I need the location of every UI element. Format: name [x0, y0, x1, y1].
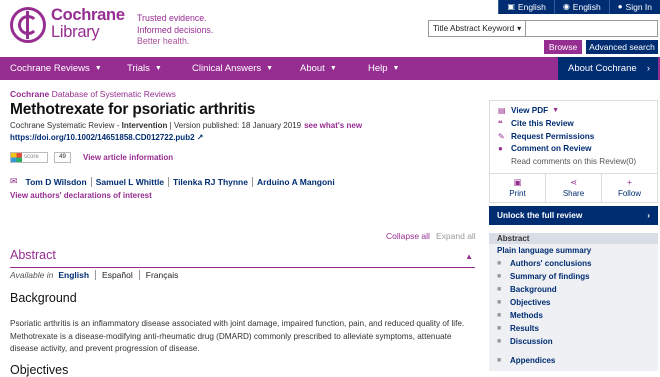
lock-icon: ■	[497, 272, 502, 280]
language-selector: Available in English Español Français	[10, 270, 184, 280]
lock-icon: ■	[497, 324, 502, 332]
toc-item[interactable]: ■ Authors' conclusions	[489, 257, 658, 270]
view-article-info-link[interactable]: View article information	[83, 153, 173, 162]
authors-list: ✉ Tom D Wilsdon Samuel L Whittle Tilenka…	[10, 176, 475, 187]
lock-icon: ■	[497, 311, 502, 319]
search-box: Title Abstract Keyword ▾	[428, 20, 658, 37]
comment-icon: ●	[498, 144, 503, 154]
toc-item[interactable]: ■ Summary of findings	[489, 270, 658, 283]
lock-icon: ■	[497, 259, 502, 267]
background-paragraph: Psoriatic arthritis is an inflammatory d…	[10, 319, 465, 353]
lang-english[interactable]: English	[58, 270, 97, 280]
share-icon: ⋖	[569, 176, 578, 187]
toc-item[interactable]: ■ Methods	[489, 309, 658, 322]
read-comments-link[interactable]: Read comments on this Review(0)	[498, 156, 657, 169]
comment-link[interactable]: ● Comment on Review	[498, 143, 657, 156]
toc-item[interactable]: Plain language summary	[489, 244, 658, 257]
objectives-heading: Objectives	[10, 363, 69, 377]
brand-name[interactable]: Cochrane Library	[51, 7, 125, 41]
author-link[interactable]: Tilenka RJ Thynne	[169, 176, 253, 187]
pdf-icon: ▤	[498, 106, 506, 115]
lock-icon: ■	[497, 285, 502, 293]
doi-link[interactable]: https://doi.org/10.1002/14651858.CD01272…	[10, 133, 475, 142]
permissions-icon: ✎	[498, 131, 505, 141]
caret-down-icon: ▼	[392, 65, 400, 72]
sidebar-actions-box: ▤ View PDF ▼ ❝ Cite this Review ✎ Request Pe…	[489, 100, 658, 174]
author-link[interactable]: Tom D Wilsdon	[22, 176, 92, 187]
toc-item[interactable]: ■ Discussion	[489, 335, 658, 348]
collapse-caret-icon[interactable]: ▲	[465, 252, 473, 261]
search-input[interactable]	[526, 21, 657, 36]
chevron-right-icon: ›	[646, 63, 650, 74]
background-heading: Background	[10, 291, 77, 305]
cite-icon: ❝	[498, 118, 503, 128]
expand-all-button[interactable]: Expand all	[436, 231, 476, 241]
review-meta: Cochrane Systematic Review - Interventio…	[10, 121, 363, 130]
toc-item[interactable]: ■ Background	[489, 283, 658, 296]
author-link[interactable]: Samuel L Whittle	[92, 176, 170, 187]
advanced-search-button[interactable]: Advanced search	[586, 40, 658, 54]
article-header: Cochrane Database of Systematic Reviews …	[10, 89, 475, 200]
browse-button[interactable]: Browse	[544, 40, 582, 54]
about-cochrane-button[interactable]: About Cochrane ›	[558, 57, 658, 80]
lang-espanol[interactable]: Español	[96, 270, 140, 280]
print-button[interactable]: ▣ Print	[490, 173, 546, 202]
altmetric-row: score 49 View article information	[10, 151, 475, 163]
chevron-down-icon: ▾	[517, 24, 522, 33]
toc-current[interactable]: Abstract	[489, 232, 658, 244]
main-nav: Cochrane Reviews ▼ Trials ▼ Clinical Answe…	[0, 57, 660, 80]
print-icon: ▣	[513, 176, 522, 187]
altmetric-badge-icon[interactable]: score	[10, 151, 48, 163]
nav-about[interactable]: About ▼	[300, 57, 337, 80]
follow-button[interactable]: + Follow	[602, 174, 657, 202]
cochrane-logo-icon[interactable]	[10, 7, 46, 43]
nav-cochrane-reviews[interactable]: Cochrane Reviews ▼	[10, 57, 102, 80]
author-link[interactable]: Arduino A Mangoni	[253, 177, 339, 187]
toc-item[interactable]: ■ Results	[489, 322, 658, 335]
plus-icon: +	[627, 176, 632, 187]
caret-down-icon: ▼	[329, 65, 337, 72]
unlock-full-review-button[interactable]: Unlock the full review ›	[489, 205, 658, 225]
caret-down-icon: ▼	[552, 107, 560, 114]
collapse-all-button[interactable]: Collapse all	[386, 231, 430, 241]
share-button[interactable]: ⋖ Share	[546, 173, 602, 202]
caret-down-icon: ▼	[266, 65, 274, 72]
declarations-link[interactable]: View authors' declarations of interest	[10, 191, 475, 200]
toc-item[interactable]: ■ Objectives	[489, 296, 658, 309]
cite-link[interactable]: ❝ Cite this Review	[498, 118, 657, 131]
nav-help[interactable]: Help ▼	[368, 57, 399, 80]
chevron-right-icon: ›	[647, 209, 650, 220]
view-pdf-link[interactable]: ▤ View PDF ▼	[498, 105, 657, 118]
altmetric-score: 49	[54, 151, 71, 163]
lock-icon: ■	[497, 337, 502, 345]
lang-francais[interactable]: Français	[140, 270, 185, 280]
external-link-icon: ↗	[196, 133, 204, 142]
permissions-link[interactable]: ✎ Request Permissions	[498, 131, 657, 144]
toc-item[interactable]: ■ Appendices	[489, 354, 658, 367]
tagline: Trusted evidence. Informed decisions. Be…	[137, 13, 214, 46]
nav-trials[interactable]: Trials ▼	[127, 57, 162, 80]
abstract-section-header[interactable]: Abstract ▲	[10, 248, 475, 268]
share-actions: ▣ Print ⋖ Share + Follow	[489, 173, 658, 203]
nav-clinical-answers[interactable]: Clinical Answers ▼	[192, 57, 273, 80]
whats-new-link[interactable]: see what's new	[304, 121, 362, 130]
lock-icon: ■	[497, 356, 502, 364]
search-scope-select[interactable]: Title Abstract Keyword ▾	[429, 21, 527, 36]
caret-down-icon: ▼	[154, 65, 162, 72]
table-of-contents: Abstract Plain language summary ■ Authors…	[489, 232, 658, 371]
page-title: Methotrexate for psoriatic arthritis	[10, 101, 256, 118]
database-name: Cochrane Database of Systematic Reviews	[10, 89, 176, 99]
mail-icon[interactable]: ✉	[10, 176, 18, 187]
lock-icon: ■	[497, 298, 502, 306]
sidebar: ▤ View PDF ▼ ❝ Cite this Review ✎ Request Pe…	[489, 100, 658, 371]
caret-down-icon: ▼	[94, 65, 102, 72]
site-header: Cochrane Library Trusted evidence. Inform…	[0, 0, 660, 57]
